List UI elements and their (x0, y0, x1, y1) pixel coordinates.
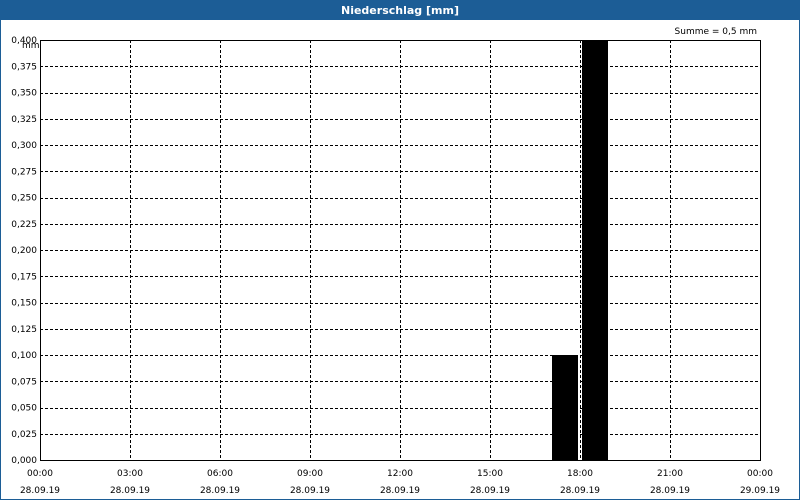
x-tick-labels: 00:00 28.09.19 03:00 28.09.19 06:00 28.09.19 0… (20, 469, 780, 496)
y-tick-label: 0,050 (11, 404, 37, 414)
y-tick-label: 0,375 (11, 62, 37, 72)
x-tick-date-label: 28.09.19 (290, 486, 330, 496)
precipitation-bar (552, 355, 578, 460)
x-tick-time-label: 03:00 (117, 469, 143, 479)
precipitation-bar (582, 40, 608, 460)
x-tick-date-label: 28.09.19 (200, 486, 240, 496)
y-tick-label: 0,025 (11, 430, 37, 440)
x-tick-date-label: 28.09.19 (650, 486, 690, 496)
y-tick-label: 0,000 (11, 456, 37, 466)
x-tick-time-label: 06:00 (207, 469, 233, 479)
x-tick-date-label: 29.09.19 (740, 486, 780, 496)
y-tick-label: 0,075 (11, 377, 37, 387)
y-tick-label: 0,200 (11, 246, 37, 256)
x-tick-date-label: 28.09.19 (470, 486, 510, 496)
x-tick-date-label: 28.09.19 (380, 486, 420, 496)
y-tick-label: 0,175 (11, 272, 37, 282)
y-tick-label: 0,325 (11, 115, 37, 125)
y-tick-label: 0,125 (11, 325, 37, 335)
y-tick-label: 0,225 (11, 220, 37, 230)
y-tick-label: 0,300 (11, 141, 37, 151)
grid-lines (40, 40, 760, 460)
x-tick-date-label: 28.09.19 (110, 486, 150, 496)
y-tick-label: 0,250 (11, 194, 37, 204)
y-tick-labels: 0,000 0,025 0,050 0,075 0,100 0,125 0,150 0,175… (11, 36, 37, 466)
x-tick-date-label: 28.09.19 (560, 486, 600, 496)
sum-annotation: Summe = 0,5 mm (675, 27, 757, 37)
y-axis-unit-label: mm (22, 41, 40, 51)
x-tick-time-label: 12:00 (387, 469, 413, 479)
y-tick-label: 0,100 (11, 351, 37, 361)
x-tick-time-label: 00:00 (747, 469, 773, 479)
y-tick-label: 0,275 (11, 167, 37, 177)
x-tick-time-label: 21:00 (657, 469, 683, 479)
y-tick-label: 0,350 (11, 89, 37, 99)
x-tick-time-label: 00:00 (27, 469, 53, 479)
x-tick-time-label: 15:00 (477, 469, 503, 479)
x-tick-date-label: 28.09.19 (20, 486, 60, 496)
x-tick-time-label: 18:00 (567, 469, 593, 479)
y-tick-label: 0,150 (11, 299, 37, 309)
x-tick-time-label: 09:00 (297, 469, 323, 479)
precipitation-chart: 0,000 0,025 0,050 0,075 0,100 0,125 0,150 0,175… (11, 27, 780, 496)
